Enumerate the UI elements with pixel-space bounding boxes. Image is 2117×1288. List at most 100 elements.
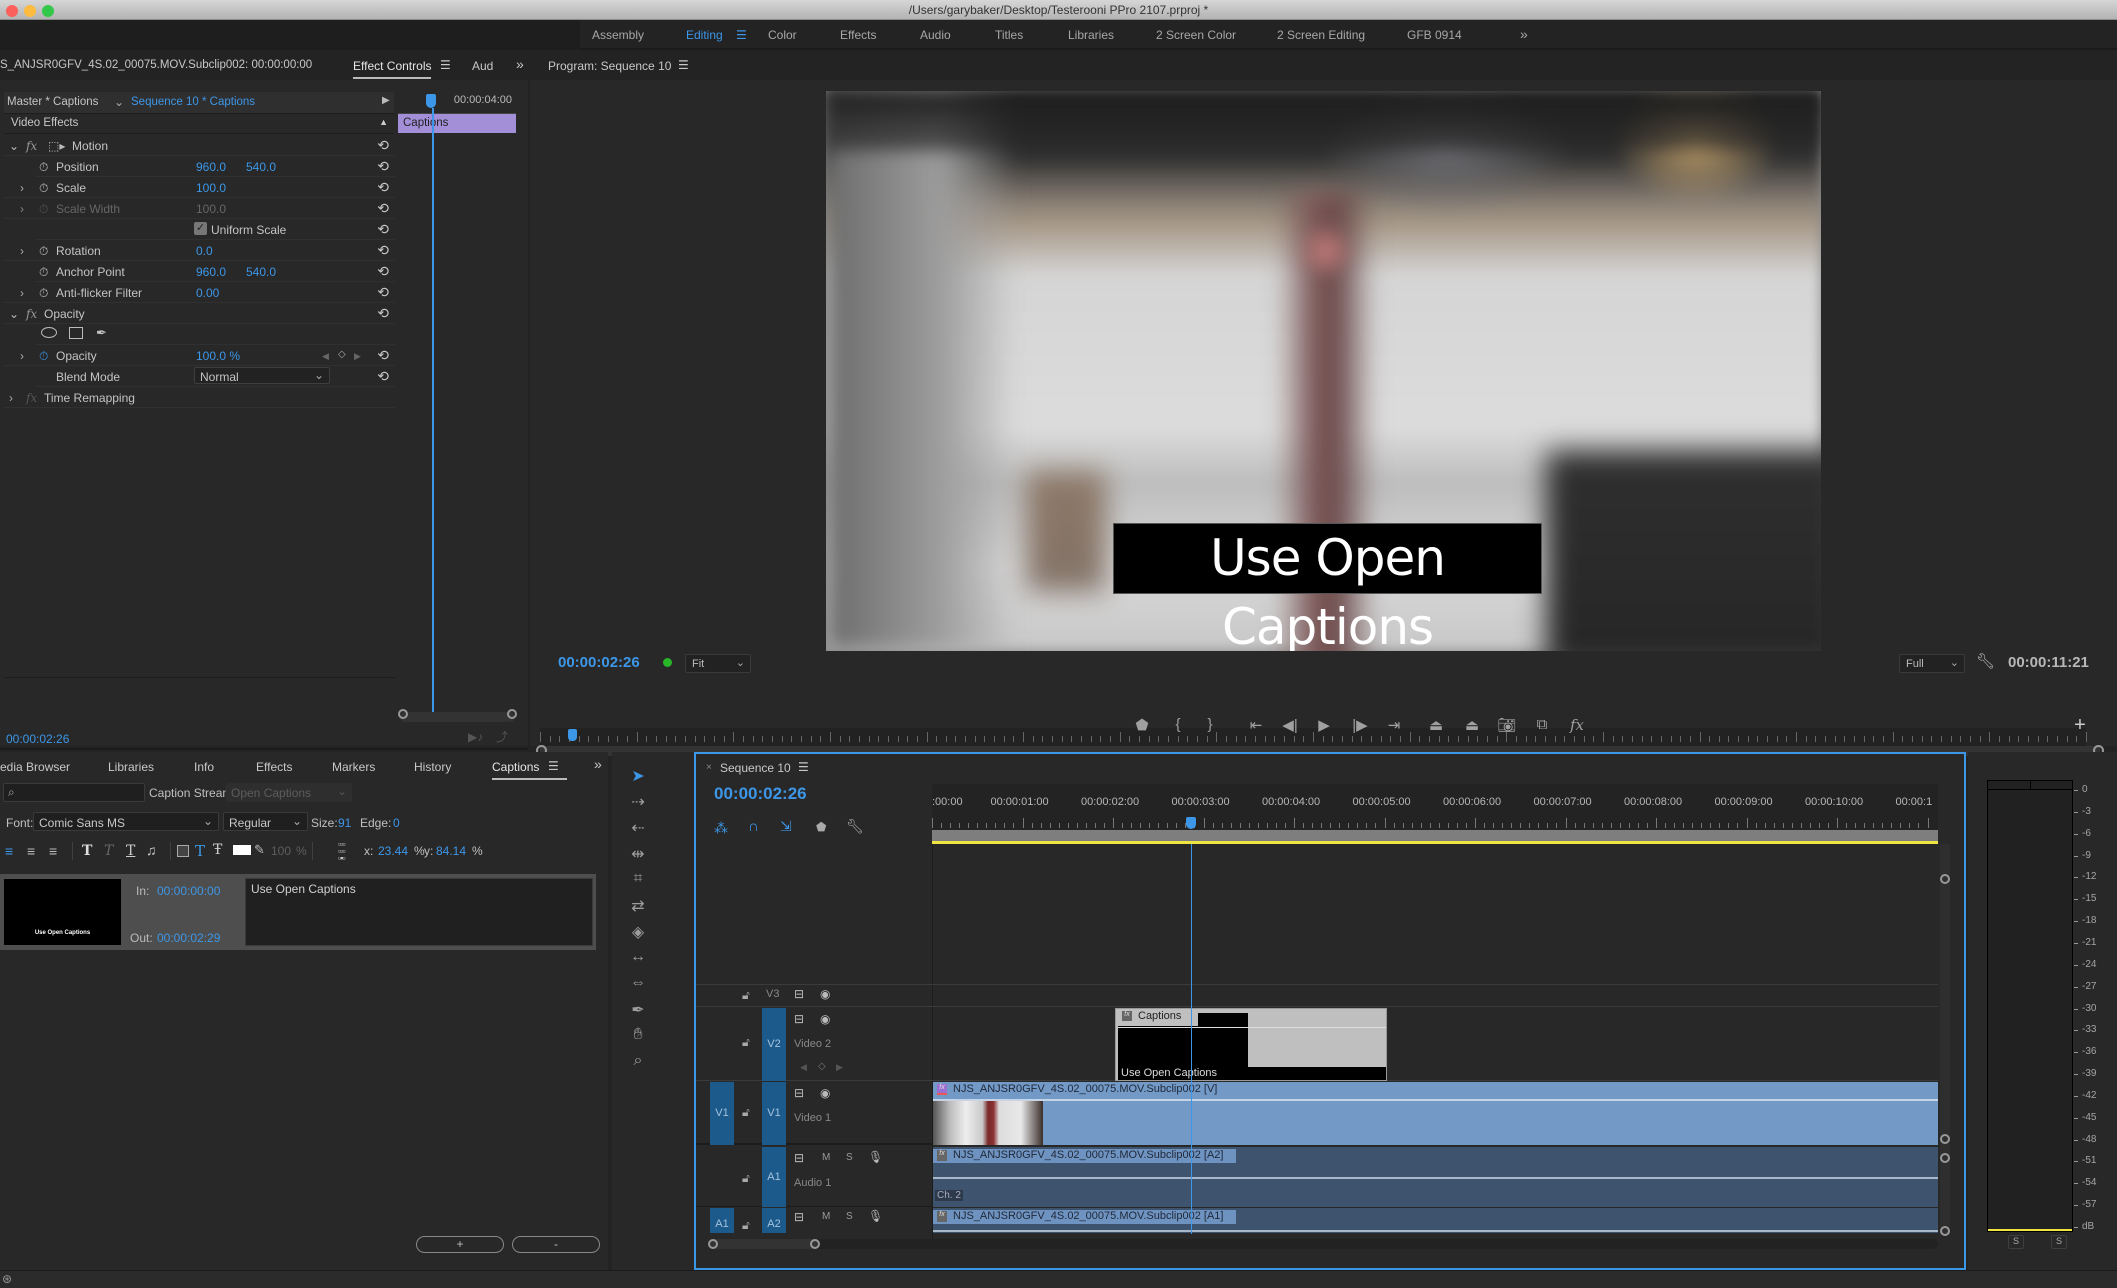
align-left-icon[interactable]: ≡ <box>5 843 13 859</box>
panel-overflow-button[interactable]: » <box>516 56 524 72</box>
show-timeline-button[interactable]: ▶ <box>382 95 390 106</box>
lock-track-icon[interactable]: 🔓︎ <box>742 988 750 1003</box>
video-frame[interactable]: Use Open Captions <box>826 91 1821 651</box>
workspace-2-screen-editing[interactable]: 2 Screen Editing <box>1277 28 1365 42</box>
source-patch-a1[interactable]: A1 <box>710 1208 734 1233</box>
voiceover-mic-icon[interactable]: 🎙︎ <box>868 1209 883 1223</box>
mark-out-icon[interactable]: } <box>1198 716 1222 733</box>
uniform-scale-checkbox[interactable]: ✓ <box>194 222 207 235</box>
workspace-2-screen-color[interactable]: 2 Screen Color <box>1156 28 1236 42</box>
tab-effects[interactable]: Effects <box>256 760 292 774</box>
bold-icon[interactable]: T <box>82 843 92 859</box>
go-to-in-icon[interactable]: ⇤ <box>1244 716 1268 734</box>
slip-tool-icon[interactable]: ⇄ <box>628 896 648 916</box>
solo-track-button[interactable]: S <box>846 1152 853 1163</box>
effect-mini-ruler[interactable]: 00:00:04:00 <box>398 92 516 114</box>
extract-icon[interactable]: ⏏ <box>1460 716 1484 734</box>
lock-track-icon[interactable]: 🔓︎ <box>742 1035 750 1050</box>
add-marker-icon[interactable]: ⬟ <box>1130 716 1154 734</box>
lock-track-icon[interactable]: 🔓︎ <box>742 1105 750 1120</box>
background-color-icon[interactable] <box>177 845 189 857</box>
edge-color-icon[interactable]: Ŧ <box>213 842 222 858</box>
fx-toggle-icon[interactable]: fx <box>1565 716 1589 734</box>
effect-zoom-scrollbar[interactable] <box>398 709 517 722</box>
remove-caption-button[interactable]: - <box>512 1236 600 1253</box>
toggle-output-eye-icon[interactable]: ◉ <box>820 1086 830 1100</box>
stopwatch-icon[interactable]: ⏱ <box>39 244 48 259</box>
effect-controls-timecode[interactable]: 00:00:02:26 <box>6 732 69 746</box>
anti-flicker-value[interactable]: 0.00 <box>196 286 219 300</box>
lift-icon[interactable]: ⏏ <box>1424 716 1448 734</box>
previous-keyframe-icon[interactable]: ◀ <box>322 351 329 362</box>
position-y-value[interactable]: 540.0 <box>246 160 276 174</box>
captions-menu-icon[interactable]: ☰ <box>548 759 559 773</box>
position-x-value[interactable]: 960.0 <box>196 160 226 174</box>
reset-icon[interactable]: ⟲ <box>377 347 389 364</box>
anchor-x-value[interactable]: 960.0 <box>196 265 226 279</box>
x-value[interactable]: 23.44 <box>378 844 408 858</box>
selection-tool-icon[interactable]: ➤ <box>628 766 648 786</box>
solo-left-button[interactable]: S <box>2008 1235 2024 1249</box>
tab-audio-clip-mixer[interactable]: Aud <box>472 59 493 73</box>
tab-media-browser[interactable]: edia Browser <box>0 760 70 774</box>
reset-icon[interactable]: ⟲ <box>377 200 389 217</box>
tab-libraries[interactable]: Libraries <box>108 760 154 774</box>
tab-info[interactable]: Info <box>194 760 214 774</box>
expand-chevron-icon[interactable]: › <box>20 349 24 363</box>
wrench-settings-icon[interactable]: 🔧︎ <box>1976 652 1995 670</box>
workspace-color[interactable]: Color <box>768 28 797 42</box>
timeline-zoom-scrollbar[interactable] <box>708 1239 1938 1249</box>
workspace-audio[interactable]: Audio <box>920 28 951 42</box>
reset-icon[interactable]: ⟲ <box>377 368 389 385</box>
effect-controls-menu-icon[interactable]: ☰ <box>440 58 451 72</box>
anchor-y-value[interactable]: 540.0 <box>246 265 276 279</box>
font-dropdown[interactable]: Comic Sans MS ⌄ <box>33 812 219 831</box>
italic-icon[interactable]: T <box>104 843 113 859</box>
position-grid-icon[interactable]: ▫▫▫ ▫▫▫ ▫▪▫ <box>338 840 346 863</box>
sequence-clip-label[interactable]: Sequence 10 * Captions <box>131 96 255 108</box>
play-audio-icon[interactable]: ▶♪ <box>468 730 483 744</box>
workspace-titles[interactable]: Titles <box>995 28 1023 42</box>
timeline-settings-wrench-icon[interactable]: 🔧︎ <box>846 818 864 835</box>
program-menu-icon[interactable]: ☰ <box>678 58 689 72</box>
expand-chevron-icon[interactable]: ⌄ <box>9 307 19 321</box>
step-back-icon[interactable]: ◀| <box>1278 716 1302 734</box>
solo-right-button[interactable]: S <box>2051 1235 2067 1249</box>
underline-icon[interactable]: T <box>126 843 135 859</box>
rotation-value[interactable]: 0.0 <box>196 244 213 258</box>
master-clip-label[interactable]: Master * Captions <box>7 96 98 108</box>
track-a1-target[interactable]: A1 <box>762 1147 786 1207</box>
expand-chevron-icon[interactable]: › <box>20 181 24 195</box>
rectangle-mask-icon[interactable] <box>69 327 83 339</box>
sync-lock-icon[interactable]: ⊟ <box>794 1012 804 1026</box>
captions-clip-bar[interactable]: Captions <box>398 114 516 133</box>
workspace-libraries[interactable]: Libraries <box>1068 28 1114 42</box>
align-center-icon[interactable]: ≡ <box>27 843 35 859</box>
slide-tool-icon[interactable]: ⇔ <box>628 974 648 992</box>
captions-clip[interactable]: fx Captions Use Open Captions <box>1115 1008 1387 1081</box>
linked-selection-icon[interactable]: ⇲ <box>780 818 792 835</box>
timeline-ruler[interactable]: :00:00 00:00:01:00 00:00:02:00 00:00:03:00 0… <box>932 784 1938 844</box>
mute-track-button[interactable]: M <box>822 1211 830 1222</box>
stopwatch-active-icon[interactable]: ⏱ <box>39 349 48 364</box>
video-clip[interactable]: fx NJS_ANJSR0GFV_4S.02_00075.MOV.Subclip… <box>933 1082 1938 1145</box>
audio-clip-a2[interactable]: fx NJS_ANJSR0GFV_4S.02_00075.MOV.Subclip… <box>933 1147 1938 1207</box>
program-playhead[interactable] <box>568 729 577 741</box>
ripple-edit-tool-icon[interactable]: ⇠ <box>628 818 648 838</box>
tab-markers[interactable]: Markers <box>332 760 375 774</box>
voiceover-mic-icon[interactable]: 🎙︎ <box>868 1150 883 1164</box>
edge-value[interactable]: 0 <box>393 816 400 830</box>
close-tab-icon[interactable]: × <box>706 762 712 773</box>
opacity-value[interactable]: 100.0 % <box>196 349 240 363</box>
export-frame-camera-icon[interactable]: 📷︎ <box>1495 716 1519 734</box>
track-v3-label[interactable]: V3 <box>766 988 779 1000</box>
add-keyframe-icon[interactable]: ◇ <box>338 349 346 360</box>
nest-sequence-icon[interactable]: ⁂ <box>714 820 728 837</box>
creative-cloud-icon[interactable]: ⊛ <box>2 1272 12 1286</box>
reset-icon[interactable]: ⟲ <box>377 221 389 238</box>
playhead-handle[interactable] <box>426 94 436 108</box>
hand-tool-icon[interactable]: ✋︎ <box>628 1026 648 1044</box>
time-remapping-row[interactable]: › fx Time Remapping <box>4 387 395 408</box>
add-keyframe-icon[interactable]: ◇ <box>818 1061 826 1072</box>
prev-keyframe-icon[interactable]: ◀ <box>800 1062 807 1073</box>
